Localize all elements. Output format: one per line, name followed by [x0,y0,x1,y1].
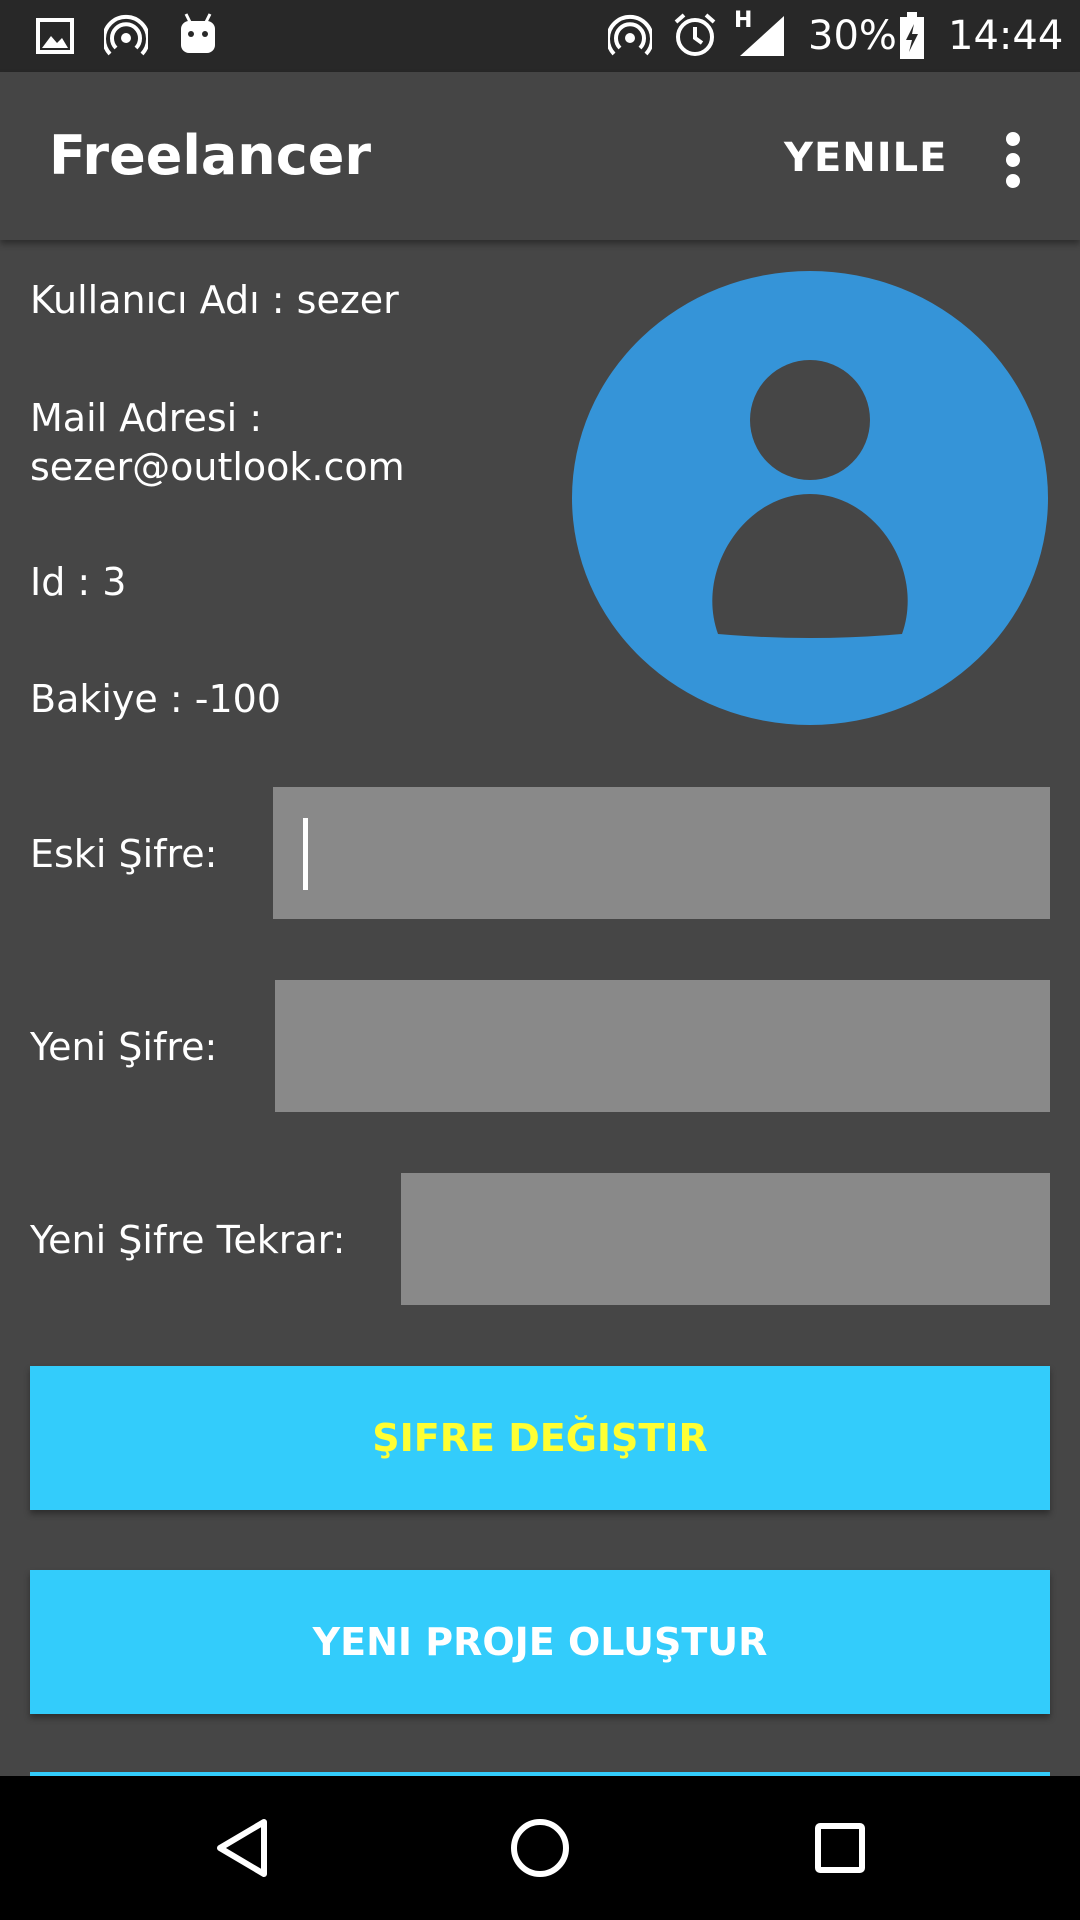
hotspot-icon [608,14,652,56]
signal-icon [740,16,784,56]
app-bar: Freelancer YENILE [0,72,1080,240]
old-password-field[interactable] [273,787,1050,919]
recents-icon[interactable] [804,1812,876,1884]
change-password-button[interactable]: ŞIFRE DEĞIŞTIR [30,1366,1050,1510]
mail-value: sezer@outlook.com [30,445,405,489]
alarm-icon [674,13,716,56]
navigation-bar [0,1776,1080,1920]
back-icon[interactable] [206,1812,278,1884]
more-vert-icon[interactable] [996,130,1032,190]
status-bar: H 30% 14:44 [0,0,1080,72]
clock: 14:44 [948,13,1064,59]
repeat-password-label: Yeni Şifre Tekrar: [30,1218,346,1262]
hotspot-icon [104,14,148,56]
refresh-button[interactable]: YENILE [784,134,947,182]
battery-text: 30% [808,13,897,59]
user-id-text: Id : 3 [30,560,127,604]
username-text: Kullanıcı Adı : sezer [30,278,399,322]
account-circle-icon [572,271,1048,725]
repeat-password-field[interactable] [401,1173,1050,1305]
home-icon[interactable] [504,1812,576,1884]
page-title: Freelancer [49,124,371,187]
text-cursor [303,818,308,890]
new-project-button[interactable]: YENI PROJE OLUŞTUR [30,1570,1050,1714]
battery-charging-icon [900,12,924,59]
balance-text: Bakiye : -100 [30,677,281,721]
new-password-field[interactable] [275,980,1050,1112]
android-icon [181,13,215,53]
new-password-label: Yeni Şifre: [30,1025,218,1069]
image-icon [36,18,74,54]
old-password-label: Eski Şifre: [30,832,218,876]
mail-label: Mail Adresi : [30,396,263,440]
